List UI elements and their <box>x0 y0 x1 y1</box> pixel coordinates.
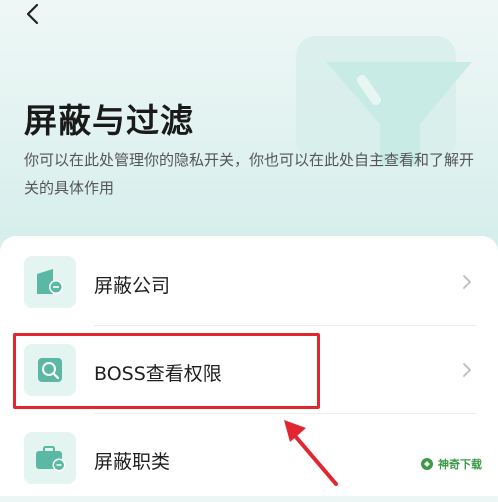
page-title: 屏蔽与过滤 <box>24 101 194 140</box>
settings-item-label: BOSS查看权限 <box>94 363 222 385</box>
settings-item-boss-view-permission[interactable]: BOSS查看权限 <box>0 326 498 414</box>
watermark: 神奇下载 <box>420 456 482 472</box>
briefcase-block-icon <box>24 432 76 484</box>
chevron-right-icon <box>463 363 471 377</box>
page-description: 你可以在此处管理你的隐私开关，你也可以在此处自主查看和了解开关的具体作用 <box>24 151 475 197</box>
search-permission-icon <box>24 344 76 396</box>
company-block-icon <box>24 256 76 308</box>
watermark-text: 神奇下载 <box>438 458 482 471</box>
chevron-left-icon <box>26 3 39 25</box>
watermark-logo-icon <box>421 458 433 470</box>
settings-item-label: 屏蔽职类 <box>94 451 171 473</box>
settings-item-block-company[interactable]: 屏蔽公司 <box>0 238 498 326</box>
settings-item-label: 屏蔽公司 <box>94 275 171 297</box>
back-button[interactable] <box>18 0 48 28</box>
chevron-right-icon <box>463 275 471 289</box>
